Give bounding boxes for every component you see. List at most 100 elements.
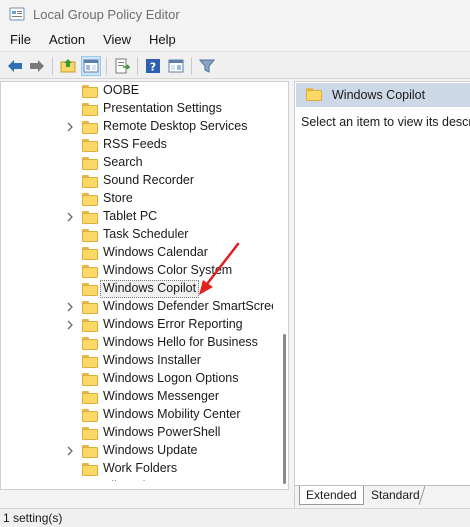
tree-item-label: OOBE <box>103 83 140 97</box>
chevron-right-icon[interactable] <box>65 212 75 222</box>
folder-icon <box>82 301 98 314</box>
menu-view[interactable]: View <box>93 32 139 47</box>
tree-vertical-scrollbar[interactable] <box>273 82 288 489</box>
folder-icon <box>306 88 322 101</box>
folder-icon <box>82 337 98 350</box>
chevron-right-icon[interactable] <box>65 122 75 132</box>
chevron-right-icon[interactable] <box>65 302 75 312</box>
tree-item-label: Sound Recorder <box>103 173 195 187</box>
tab-standard[interactable]: Standard <box>365 486 426 505</box>
back-icon[interactable] <box>5 56 25 76</box>
folder-icon <box>82 283 98 296</box>
group-policy-app-icon <box>9 6 25 22</box>
status-bar: 1 setting(s) <box>0 508 470 527</box>
tree-item[interactable]: Windows Color System <box>1 262 273 280</box>
tree-horizontal-scrollbar[interactable] <box>1 481 273 489</box>
folder-icon <box>82 463 98 476</box>
chevron-right-icon[interactable] <box>65 320 75 330</box>
tree-item-label: Windows Messenger <box>103 389 220 403</box>
tree-item[interactable]: Windows Installer <box>1 352 273 370</box>
folder-icon <box>82 193 98 206</box>
tree-item-label: Windows Defender SmartScreen <box>103 299 286 313</box>
tree-item[interactable]: Remote Desktop Services <box>1 118 273 136</box>
tab-extended[interactable]: Extended <box>299 486 364 505</box>
policy-tree-pane[interactable]: All SettingsWork FoldersWindows UpdateWi… <box>0 81 289 490</box>
title-bar: Local Group Policy Editor <box>0 0 470 28</box>
tree-item-label: Work Folders <box>103 461 178 475</box>
tree-item[interactable]: Windows PowerShell <box>1 424 273 442</box>
tree-item[interactable]: Windows Logon Options <box>1 370 273 388</box>
details-title: Windows Copilot <box>332 88 426 102</box>
folder-icon <box>82 319 98 332</box>
toolbar-separator <box>52 57 53 75</box>
view-tabs: Extended Standard <box>295 485 470 508</box>
status-text: 1 setting(s) <box>3 511 63 525</box>
folder-icon <box>82 157 98 170</box>
tree-vertical-scroll-thumb[interactable] <box>283 334 286 484</box>
chevron-right-icon[interactable] <box>65 446 75 456</box>
tab-edge <box>419 486 425 505</box>
folder-icon <box>82 103 98 116</box>
help-icon[interactable]: ? <box>143 56 163 76</box>
toolbar-separator <box>106 57 107 75</box>
toolbar: ? <box>0 51 470 79</box>
folder-icon <box>82 247 98 260</box>
tree-item[interactable]: Windows Defender SmartScreen <box>1 298 285 316</box>
tree-item-label: Windows Logon Options <box>103 371 239 385</box>
tree-item-label: Presentation Settings <box>103 101 222 115</box>
tree-item[interactable]: Sound Recorder <box>1 172 273 190</box>
folder-icon <box>82 427 98 440</box>
tree-item-label: Windows Copilot <box>103 281 197 295</box>
folder-icon <box>82 211 98 224</box>
menu-help[interactable]: Help <box>139 32 184 47</box>
svg-text:?: ? <box>150 61 156 74</box>
menu-bar: File Action View Help <box>0 28 470 50</box>
menu-action[interactable]: Action <box>39 32 93 47</box>
tree-item[interactable]: Windows Copilot <box>1 280 273 298</box>
tree-item[interactable]: Windows Hello for Business <box>1 334 273 352</box>
tree-item-label: Store <box>103 191 133 205</box>
folder-icon <box>82 373 98 386</box>
details-pane: Windows Copilot Select an item to view i… <box>294 81 470 508</box>
folder-icon <box>82 355 98 368</box>
folder-icon <box>82 121 98 134</box>
tree-item[interactable]: Search <box>1 154 273 172</box>
tree-item-label: Windows Calendar <box>103 245 208 259</box>
filter-icon[interactable] <box>197 56 217 76</box>
window-title: Local Group Policy Editor <box>33 6 180 22</box>
tree-item[interactable]: OOBE <box>1 82 273 100</box>
tree-item-label: Windows Mobility Center <box>103 407 241 421</box>
tree-item[interactable]: Work Folders <box>1 460 273 478</box>
export-list-icon[interactable] <box>112 56 132 76</box>
folder-icon <box>82 409 98 422</box>
details-header: Windows Copilot <box>296 83 470 107</box>
tree-item-label: Windows Hello for Business <box>103 335 258 349</box>
tree-item-label: RSS Feeds <box>103 137 167 151</box>
folder-icon <box>82 229 98 242</box>
folder-icon <box>82 445 98 458</box>
tree-item[interactable]: Store <box>1 190 273 208</box>
folder-icon <box>82 391 98 404</box>
properties-pane-icon[interactable] <box>166 56 186 76</box>
tree-item[interactable]: RSS Feeds <box>1 136 273 154</box>
tree-item-label: Task Scheduler <box>103 227 189 241</box>
forward-icon[interactable] <box>27 56 47 76</box>
show-hide-tree-icon[interactable] <box>81 56 101 76</box>
tree-item[interactable]: Windows Mobility Center <box>1 406 273 424</box>
tree-item-label: Windows PowerShell <box>103 425 221 439</box>
tree-item[interactable]: Tablet PC <box>1 208 273 226</box>
tree-item[interactable]: Presentation Settings <box>1 100 273 118</box>
menu-file[interactable]: File <box>0 32 39 47</box>
tree-item-label: Tablet PC <box>103 209 158 223</box>
tree-item[interactable]: Windows Calendar <box>1 244 273 262</box>
tree-item[interactable]: Windows Update <box>1 442 273 460</box>
toolbar-separator <box>137 57 138 75</box>
tree-item-label: Windows Color System <box>103 263 233 277</box>
tree-item-label: Remote Desktop Services <box>103 119 248 133</box>
tree-item[interactable]: Windows Error Reporting <box>1 316 273 334</box>
tree-item[interactable]: Task Scheduler <box>1 226 273 244</box>
tree-item[interactable]: Windows Messenger <box>1 388 273 406</box>
tree-item-label: Windows Installer <box>103 353 201 367</box>
folder-icon <box>82 139 98 152</box>
up-folder-icon[interactable] <box>58 56 78 76</box>
